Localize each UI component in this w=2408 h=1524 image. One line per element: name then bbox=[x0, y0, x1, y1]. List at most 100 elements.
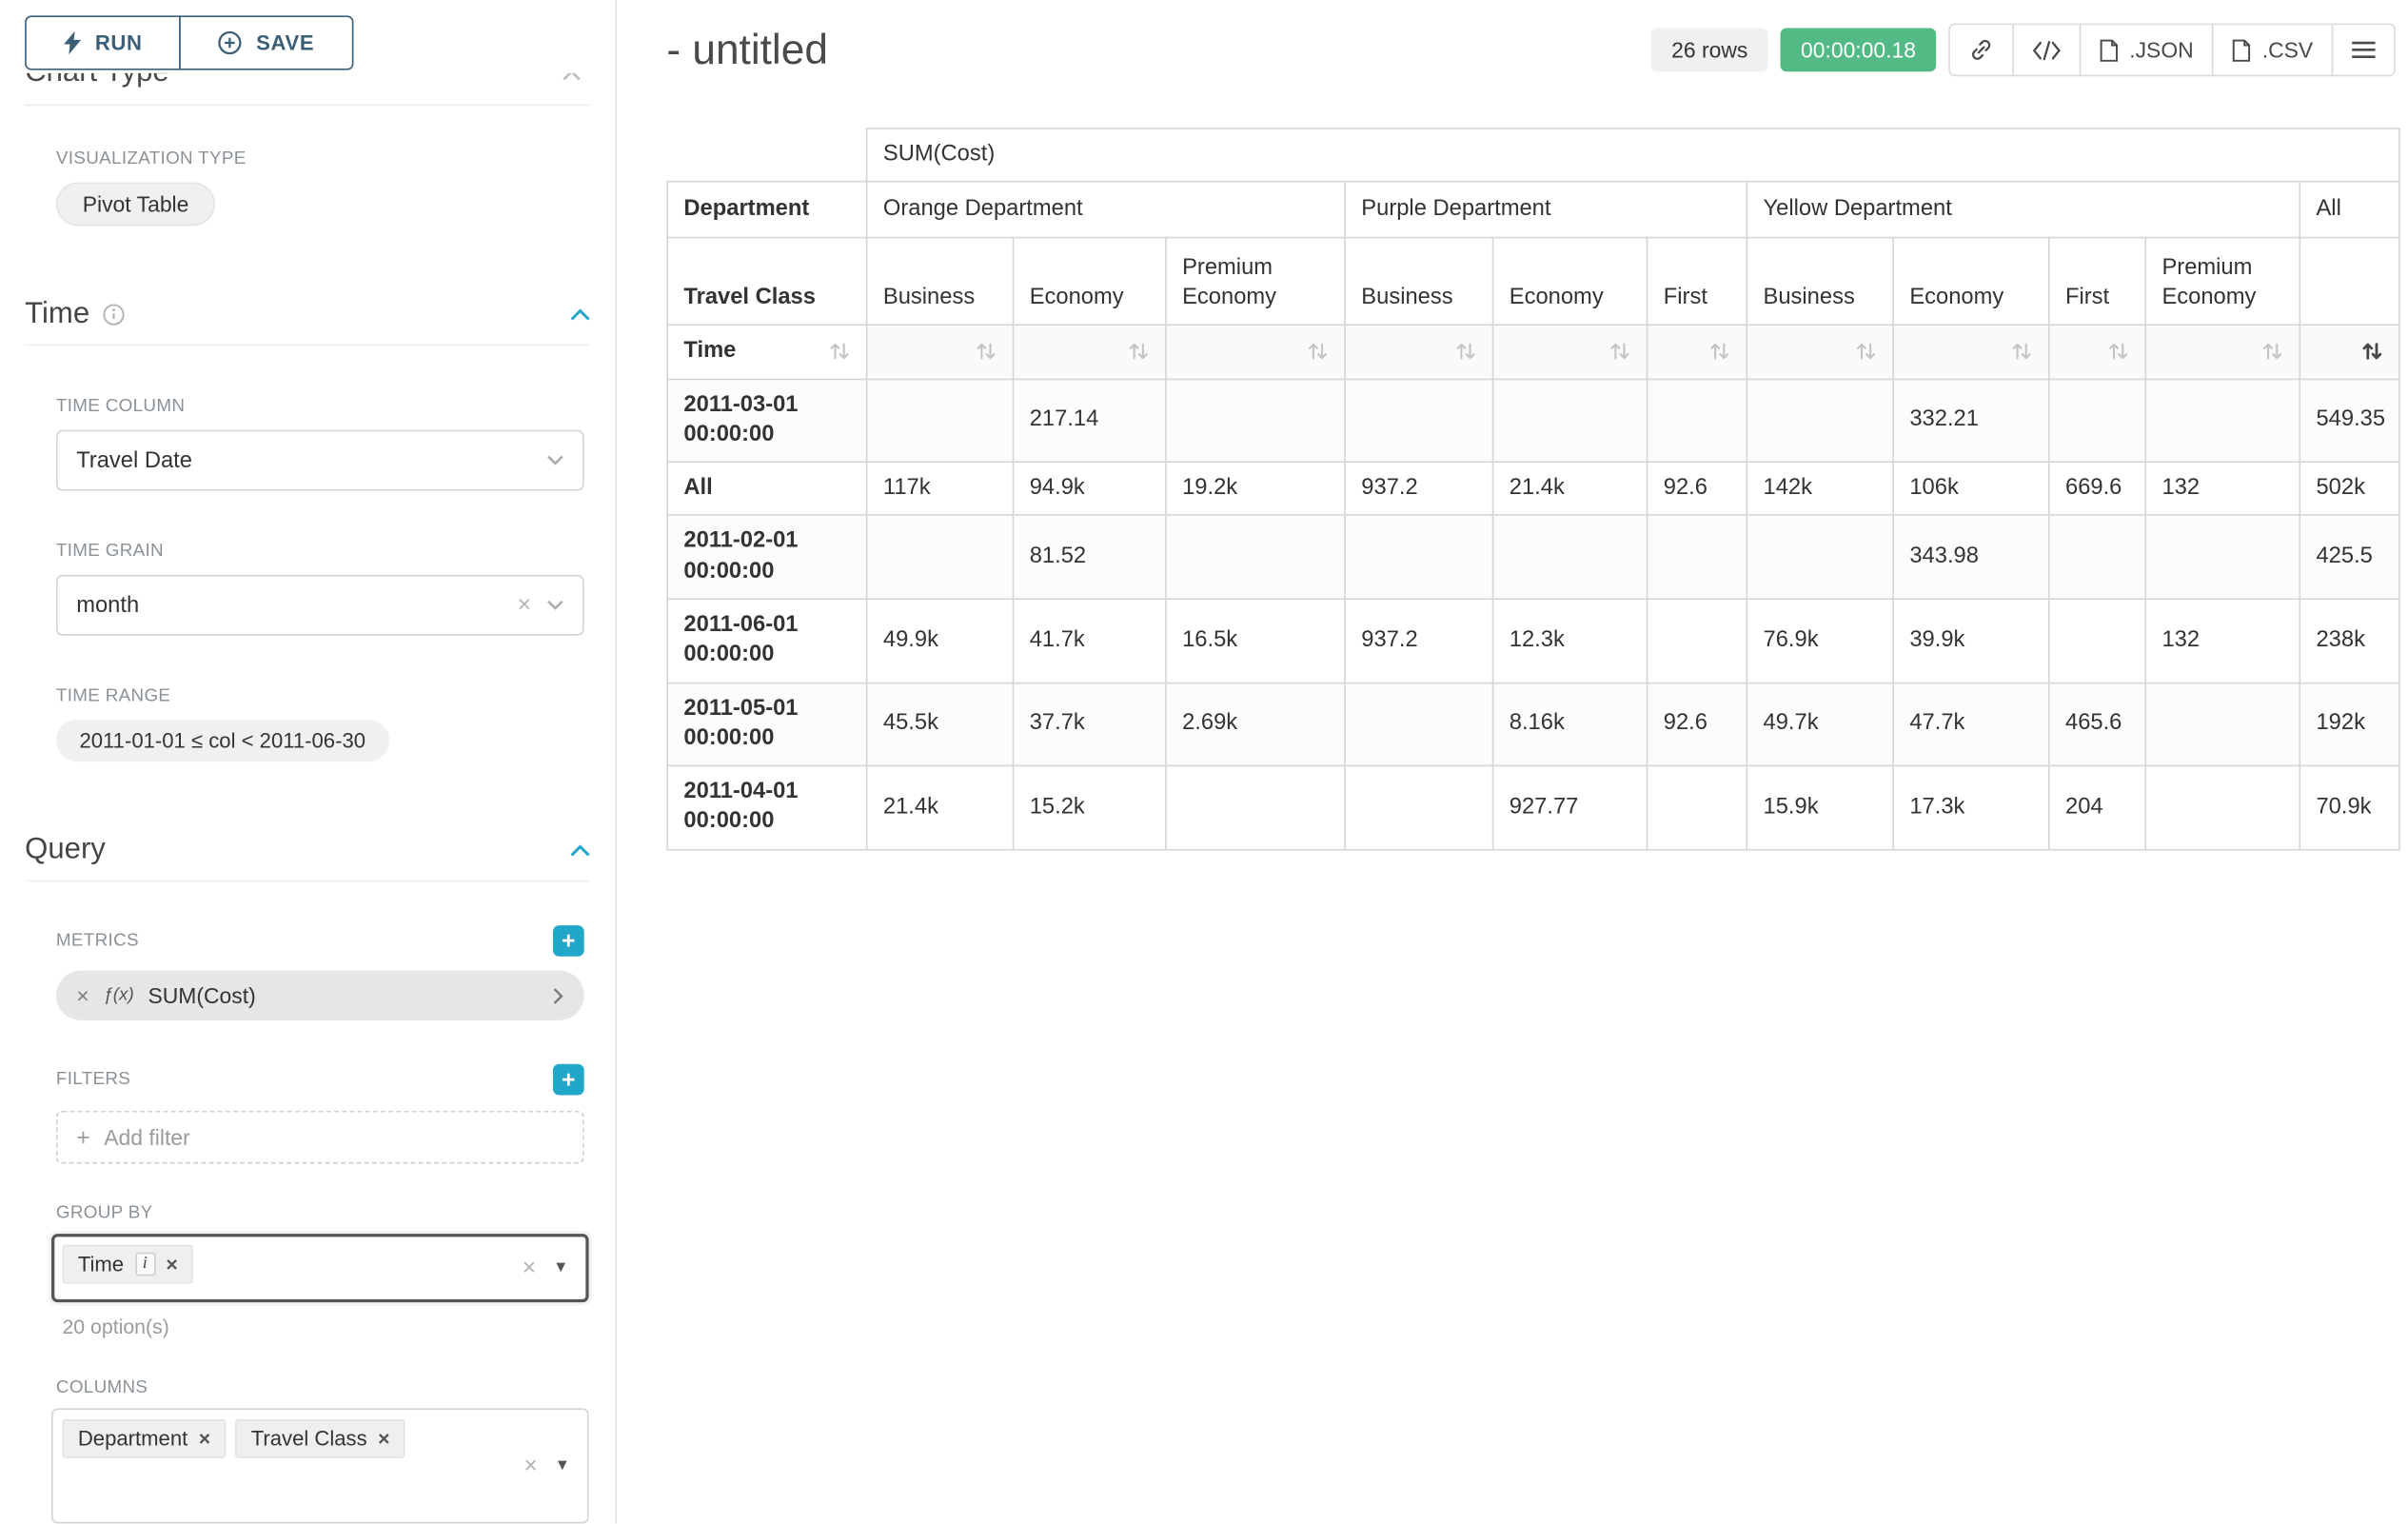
travel-class-cell: Business bbox=[867, 238, 1014, 326]
metrics-label: METRICS bbox=[56, 932, 139, 951]
add-metric-button[interactable]: + bbox=[553, 925, 584, 957]
pivot-sort-cell bbox=[1166, 326, 1345, 379]
travel-class-cell: Business bbox=[1747, 238, 1893, 326]
hamburger-icon bbox=[2352, 41, 2376, 60]
sort-icon[interactable] bbox=[2261, 342, 2283, 362]
clear-icon[interactable]: × bbox=[523, 1257, 536, 1280]
pivot-row-label: 2011-03-01 00:00:00 bbox=[667, 379, 866, 463]
run-button-label: RUN bbox=[95, 31, 143, 55]
add-filter-label: Add filter bbox=[104, 1125, 189, 1150]
chart-header: - untitled 26 rows 00:00:00.18 bbox=[619, 0, 2408, 76]
pivot-cell: 49.9k bbox=[867, 599, 1014, 683]
sort-icon[interactable] bbox=[1708, 342, 1730, 362]
department-group-header: All bbox=[2299, 182, 2399, 238]
group-by-tag-time[interactable]: Time i × bbox=[62, 1245, 193, 1284]
pivot-cell: 21.4k bbox=[1493, 462, 1648, 515]
time-column-select[interactable]: Travel Date bbox=[56, 430, 584, 491]
chart-type-section-heading: Chart Type bbox=[25, 73, 590, 92]
sort-icon[interactable] bbox=[2361, 342, 2383, 362]
pivot-sort-cell bbox=[2145, 326, 2299, 379]
pivot-cell bbox=[2145, 516, 2299, 600]
pivot-row-label: 2011-02-01 00:00:00 bbox=[667, 516, 866, 600]
pivot-cell bbox=[2145, 765, 2299, 849]
columns-tag-travel-class[interactable]: Travel Class × bbox=[235, 1419, 405, 1458]
time-grain-select[interactable]: month × bbox=[56, 575, 584, 636]
dropdown-caret-icon[interactable]: ▼ bbox=[553, 1260, 568, 1276]
explore-view: RUN SAVE Chart Type VISUALIZATION TYPE P… bbox=[0, 0, 2408, 1523]
travel-class-cell: Economy bbox=[1893, 238, 2049, 326]
remove-tag-icon[interactable]: × bbox=[199, 1429, 210, 1449]
metric-name: SUM(Cost) bbox=[148, 983, 255, 1008]
pivot-cell bbox=[1166, 516, 1345, 600]
add-filter-plus-button[interactable]: + bbox=[553, 1064, 584, 1096]
chevron-up-icon[interactable] bbox=[570, 844, 590, 857]
clear-icon[interactable]: × bbox=[523, 1455, 537, 1478]
sort-icon[interactable] bbox=[975, 342, 997, 362]
pivot-cell: 937.2 bbox=[1345, 599, 1492, 683]
pivot-cell bbox=[2049, 516, 2145, 600]
pivot-cell: 132 bbox=[2145, 462, 2299, 515]
pivot-cell bbox=[1747, 379, 1893, 463]
query-timer-badge: 00:00:00.18 bbox=[1781, 28, 1937, 71]
pivot-cell bbox=[2049, 379, 2145, 463]
time-range-pill[interactable]: 2011-01-01 ≤ col < 2011-06-30 bbox=[56, 720, 389, 762]
pivot-sort-cell bbox=[1345, 326, 1492, 379]
info-icon[interactable]: i bbox=[135, 1253, 155, 1277]
embed-code-button[interactable] bbox=[2012, 24, 2081, 77]
sort-icon[interactable] bbox=[1307, 342, 1329, 362]
pivot-cell: 217.14 bbox=[1014, 379, 1166, 463]
dropdown-caret-icon[interactable]: ▼ bbox=[555, 1458, 570, 1474]
remove-tag-icon[interactable]: × bbox=[378, 1429, 389, 1449]
share-link-button[interactable] bbox=[1948, 24, 2014, 77]
json-button-label: .JSON bbox=[2129, 37, 2193, 62]
group-by-select[interactable]: Time i × × ▼ bbox=[51, 1234, 589, 1302]
menu-button[interactable] bbox=[2332, 24, 2396, 77]
pivot-data-row: 2011-06-01 00:00:0049.9k41.7k16.5k937.21… bbox=[667, 599, 2399, 683]
pivot-table: SUM(Cost) Department Orange Department P… bbox=[666, 128, 2400, 850]
columns-select[interactable]: Department × Travel Class × × ▼ bbox=[51, 1408, 589, 1523]
pivot-cell bbox=[1747, 516, 1893, 600]
download-json-button[interactable]: .JSON bbox=[2080, 24, 2214, 77]
pivot-cell: 76.9k bbox=[1747, 599, 1893, 683]
sort-icon[interactable] bbox=[1609, 342, 1631, 362]
tag-label: Department bbox=[78, 1427, 188, 1451]
info-circle-icon[interactable] bbox=[102, 304, 124, 326]
remove-metric-icon[interactable]: × bbox=[76, 984, 89, 1006]
time-section-title: Time bbox=[25, 298, 89, 332]
plus-icon: + bbox=[76, 1124, 89, 1151]
pivot-data-row: 2011-05-01 00:00:0045.5k37.7k2.69k8.16k9… bbox=[667, 683, 2399, 766]
sort-icon[interactable] bbox=[2011, 342, 2033, 362]
download-csv-button[interactable]: .CSV bbox=[2212, 24, 2333, 77]
run-button[interactable]: RUN bbox=[25, 15, 181, 69]
file-icon bbox=[2100, 38, 2119, 62]
chevron-up-icon[interactable] bbox=[570, 308, 590, 321]
sort-icon[interactable] bbox=[1128, 342, 1150, 362]
pivot-sort-cell bbox=[1014, 326, 1166, 379]
clear-icon[interactable]: × bbox=[518, 594, 531, 618]
columns-tag-department[interactable]: Department × bbox=[62, 1419, 226, 1458]
department-header: Department bbox=[667, 182, 866, 238]
pivot-data-row: 2011-02-01 00:00:0081.52343.98425.5 bbox=[667, 516, 2399, 600]
sort-icon[interactable] bbox=[1855, 342, 1877, 362]
sort-icon[interactable] bbox=[829, 342, 851, 362]
save-button[interactable]: SAVE bbox=[180, 15, 353, 69]
chevron-down-icon bbox=[546, 455, 563, 465]
chevron-right-icon bbox=[553, 987, 563, 1004]
chevron-down-icon bbox=[546, 600, 563, 610]
chevron-up-icon bbox=[563, 73, 582, 83]
file-icon bbox=[2233, 38, 2252, 62]
pivot-data-row: 2011-04-01 00:00:0021.4k15.2k927.7715.9k… bbox=[667, 765, 2399, 849]
travel-class-cell bbox=[2299, 238, 2399, 326]
row-count-badge: 26 rows bbox=[1651, 28, 1768, 71]
add-filter-button[interactable]: + Add filter bbox=[56, 1111, 584, 1164]
sort-icon[interactable] bbox=[1454, 342, 1476, 362]
pivot-cell bbox=[1493, 379, 1648, 463]
pivot-cell: 502k bbox=[2299, 462, 2399, 515]
circle-plus-icon bbox=[219, 31, 243, 55]
metric-pill[interactable]: × ƒ(x) SUM(Cost) bbox=[56, 971, 584, 1020]
travel-class-cell: First bbox=[2049, 238, 2145, 326]
pivot-cell: 549.35 bbox=[2299, 379, 2399, 463]
remove-tag-icon[interactable]: × bbox=[166, 1254, 177, 1274]
visualization-type-pill[interactable]: Pivot Table bbox=[56, 182, 215, 226]
sort-icon[interactable] bbox=[2107, 342, 2129, 362]
